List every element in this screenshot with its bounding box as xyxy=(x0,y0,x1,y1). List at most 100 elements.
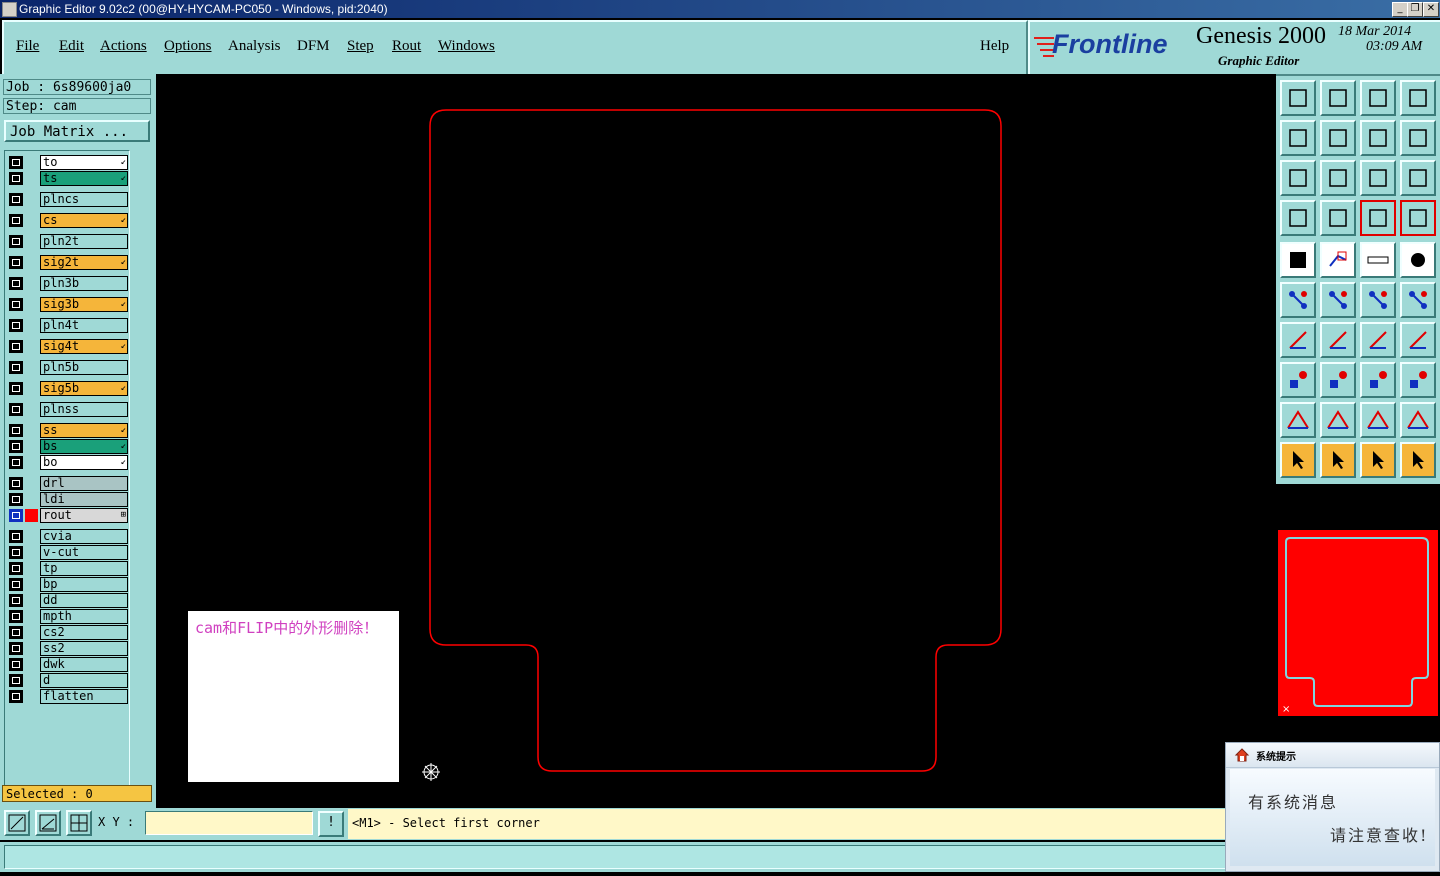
layer-row-pln5b[interactable]: pln5b xyxy=(7,360,128,375)
layer-row-bs[interactable]: bs ↙ xyxy=(7,439,128,454)
layer-checkbox[interactable] xyxy=(9,578,23,591)
tool-button-zoom-fit[interactable] xyxy=(1280,160,1316,196)
tool-button-line[interactable] xyxy=(1320,322,1356,358)
layer-checkbox[interactable] xyxy=(9,562,23,575)
job-matrix-button[interactable]: Job Matrix ... xyxy=(4,120,150,142)
tool-button-select-box[interactable] xyxy=(1320,442,1356,478)
layer-row-flatten[interactable]: flatten xyxy=(7,689,128,704)
layer-row-ss2[interactable]: ss2 xyxy=(7,641,128,656)
tool-button-help[interactable] xyxy=(1400,160,1436,196)
tool-button-previous[interactable] xyxy=(1280,120,1316,156)
layer-name[interactable]: pln3b xyxy=(40,276,128,291)
layer-row-ldi[interactable]: ldi xyxy=(7,492,128,507)
layer-row-rout[interactable]: rout ⊞ xyxy=(7,508,128,523)
menu-edit[interactable]: Edit xyxy=(59,38,84,55)
layer-checkbox[interactable] xyxy=(9,456,23,469)
tool-button-scale[interactable] xyxy=(1360,160,1396,196)
layer-row-sig5b[interactable]: sig5b ↙ xyxy=(7,381,128,396)
close-button[interactable]: ✕ xyxy=(1423,2,1439,17)
tool-button-settings[interactable] xyxy=(1280,200,1316,236)
menu-actions[interactable]: Actions xyxy=(100,38,147,55)
xy-input[interactable] xyxy=(145,811,313,835)
minimize-button[interactable]: _ xyxy=(1392,2,1408,17)
tool-button-text-strike[interactable] xyxy=(1400,402,1436,438)
tool-button-layer[interactable] xyxy=(1360,200,1396,236)
tool-button-peak[interactable] xyxy=(1320,402,1356,438)
layer-checkbox[interactable] xyxy=(9,256,23,269)
layer-row-d[interactable]: d xyxy=(7,673,128,688)
tool-button-next[interactable] xyxy=(1320,120,1356,156)
layer-name[interactable]: sig3b ↙ xyxy=(40,297,128,312)
layer-row-pln2t[interactable]: pln2t xyxy=(7,234,128,249)
layer-row-pln4t[interactable]: pln4t xyxy=(7,318,128,333)
layer-checkbox[interactable] xyxy=(9,361,23,374)
tool-button-layer-swap[interactable] xyxy=(1400,200,1436,236)
menu-rout[interactable]: Rout xyxy=(392,38,421,55)
layer-checkbox[interactable] xyxy=(9,493,23,506)
layer-checkbox[interactable] xyxy=(9,424,23,437)
layer-checkbox[interactable] xyxy=(9,172,23,185)
tool-button-select[interactable] xyxy=(1280,442,1316,478)
layer-row-dd[interactable]: dd xyxy=(7,593,128,608)
tool-button-arc[interactable] xyxy=(1360,322,1396,358)
tool-button-ruler[interactable] xyxy=(1360,242,1396,278)
layer-name[interactable]: ss ↙ xyxy=(40,423,128,438)
tool-button-select-circle[interactable] xyxy=(1360,442,1396,478)
layer-name[interactable]: ss2 xyxy=(40,641,128,656)
layer-checkbox[interactable] xyxy=(9,546,23,559)
layer-checkbox[interactable] xyxy=(9,690,23,703)
layer-checkbox[interactable] xyxy=(9,610,23,623)
layer-name[interactable]: v-cut xyxy=(40,545,128,560)
layer-checkbox[interactable] xyxy=(9,298,23,311)
menu-options[interactable]: Options xyxy=(164,38,212,55)
layer-name[interactable]: bs ↙ xyxy=(40,439,128,454)
layer-row-bp[interactable]: bp xyxy=(7,577,128,592)
layer-row-ss[interactable]: ss ↙ xyxy=(7,423,128,438)
layer-name[interactable]: cs2 xyxy=(40,625,128,640)
layer-checkbox[interactable] xyxy=(9,319,23,332)
layer-row-cs[interactable]: cs ↙ xyxy=(7,213,128,228)
zoom-fit-button[interactable] xyxy=(4,810,30,836)
tool-button-net[interactable] xyxy=(1280,282,1316,318)
layer-name[interactable]: pln4t xyxy=(40,318,128,333)
layer-name[interactable]: pln5b xyxy=(40,360,128,375)
tool-button-pad[interactable] xyxy=(1280,242,1316,278)
menu-file[interactable]: File xyxy=(16,38,39,55)
exclamation-button[interactable]: ! xyxy=(318,811,344,837)
layer-checkbox[interactable] xyxy=(9,403,23,416)
tool-button-open-job[interactable] xyxy=(1280,80,1316,116)
layer-name[interactable]: mpth xyxy=(40,609,128,624)
tool-button-mirror[interactable] xyxy=(1400,322,1436,358)
layer-row-sig3b[interactable]: sig3b ↙ xyxy=(7,297,128,312)
layer-checkbox[interactable] xyxy=(9,530,23,543)
layer-checkbox[interactable] xyxy=(9,156,23,169)
layer-checkbox[interactable] xyxy=(9,440,23,453)
layer-checkbox[interactable] xyxy=(9,193,23,206)
layer-row-cvia[interactable]: cvia xyxy=(7,529,128,544)
layer-checkbox[interactable] xyxy=(9,658,23,671)
tool-button-triangle[interactable] xyxy=(1280,402,1316,438)
layer-checkbox[interactable] xyxy=(9,214,23,227)
layer-name[interactable]: plncs xyxy=(40,192,128,207)
menu-step[interactable]: Step xyxy=(347,38,374,55)
layer-name[interactable]: ts ↙ xyxy=(40,171,128,186)
tool-button-undo[interactable] xyxy=(1360,120,1396,156)
tool-button-circle[interactable] xyxy=(1400,242,1436,278)
layer-row-cs2[interactable]: cs2 xyxy=(7,625,128,640)
tool-button-shapes[interactable] xyxy=(1400,362,1436,398)
layer-row-tp[interactable]: tp xyxy=(7,561,128,576)
layer-row-sig4t[interactable]: sig4t ↙ xyxy=(7,339,128,354)
layer-name[interactable]: cvia xyxy=(40,529,128,544)
layer-name[interactable]: to ↙ xyxy=(40,155,128,170)
layer-name[interactable]: bo ↙ xyxy=(40,455,128,470)
menu-windows[interactable]: Windows xyxy=(438,38,495,55)
layer-name[interactable]: cs ↙ xyxy=(40,213,128,228)
layer-name[interactable]: sig2t ↙ xyxy=(40,255,128,270)
layer-name[interactable]: tp xyxy=(40,561,128,576)
tool-button-zoom-center[interactable] xyxy=(1320,160,1356,196)
layer-name[interactable]: pln2t xyxy=(40,234,128,249)
tool-button-split-view[interactable] xyxy=(1400,80,1436,116)
layer-name[interactable]: bp xyxy=(40,577,128,592)
layer-row-mpth[interactable]: mpth xyxy=(7,609,128,624)
tool-button-grid-view[interactable] xyxy=(1320,200,1356,236)
